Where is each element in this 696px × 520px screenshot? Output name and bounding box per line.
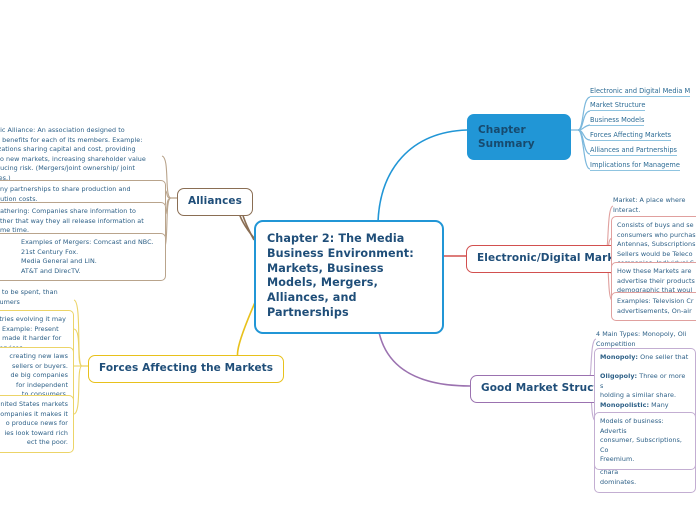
forces-leaf-money-spent[interactable]: ey to be spent, than nsumers	[0, 288, 74, 307]
branch-alliances[interactable]: Alliances	[177, 188, 253, 216]
summary-leaf-market-structure[interactable]: Market Structure	[590, 101, 646, 111]
alliances-leaf-strategic-alliance-definition[interactable]: egic Alliance: An association designed t…	[0, 126, 164, 184]
good-market-leaf-business-models[interactable]: Models of business: Advertis consumer, S…	[594, 412, 696, 471]
mindmap-canvas: Chapter 2: The Media Business Environmen…	[0, 0, 696, 520]
good-market-leaf-four-main-types[interactable]: 4 Main Types: Monopoly, Oli Competition	[596, 330, 696, 349]
summary-leaf-electronic-digital-media[interactable]: Electronic and Digital Media M	[590, 87, 691, 97]
electronic-leaf-market-definition[interactable]: Market: A place where Interact.	[613, 196, 696, 215]
summary-leaf-forces-affecting-markets[interactable]: Forces Affecting Markets	[590, 131, 672, 141]
branch-forces-affecting-markets[interactable]: Forces Affecting the Markets	[88, 355, 285, 383]
forces-leaf-us-markets[interactable]: nited States markets ompanies it makes i…	[0, 395, 74, 454]
central-topic-node[interactable]: Chapter 2: The Media Business Environmen…	[254, 220, 444, 334]
summary-leaf-implications-management[interactable]: Implications for Manageme	[590, 161, 680, 171]
summary-leaf-alliances-partnerships[interactable]: Alliances and Partnerships	[590, 146, 677, 156]
branch-chapter-summary[interactable]: Chapter Summary	[467, 114, 571, 161]
alliances-leaf-merger-examples[interactable]: Examples of Mergers: Comcast and NBC. 21…	[0, 233, 166, 282]
summary-leaf-business-models[interactable]: Business Models	[590, 116, 645, 126]
electronic-leaf-examples[interactable]: Examples: Television Cr advertisements, …	[611, 292, 696, 322]
